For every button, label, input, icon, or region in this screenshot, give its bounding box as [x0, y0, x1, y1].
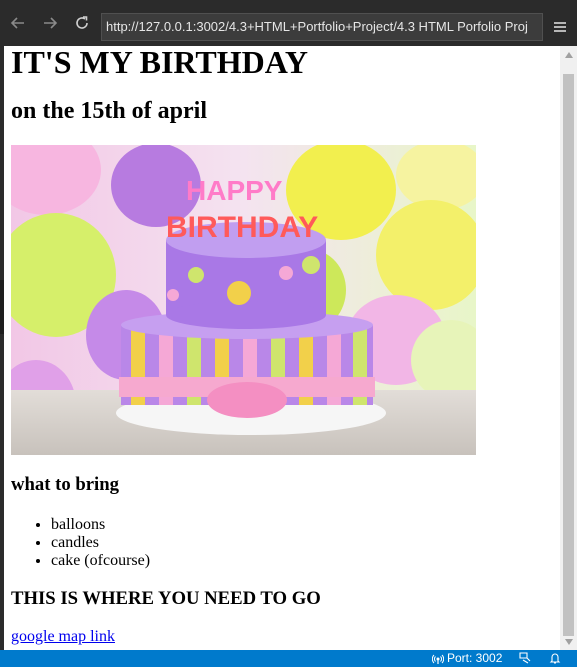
page-viewport: IT'S MY BIRTHDAY on the 15th of april HA… — [4, 46, 560, 650]
bell-icon[interactable] — [548, 651, 562, 665]
reload-icon — [76, 16, 88, 29]
menu-button[interactable] — [549, 16, 571, 38]
svg-text:HAPPY: HAPPY — [186, 175, 283, 206]
hamburger-icon — [554, 22, 566, 32]
forward-button[interactable] — [36, 9, 64, 37]
broadcast-icon — [432, 654, 444, 664]
reload-button[interactable] — [68, 9, 96, 37]
page-subtitle: on the 15th of april — [11, 98, 208, 124]
browser-toolbar: http://127.0.0.1:3002/4.3+HTML+Portfolio… — [0, 0, 577, 46]
scroll-up-button[interactable] — [560, 46, 577, 63]
list-item: candles — [51, 534, 150, 552]
location-heading: THIS IS WHERE YOU NEED TO GO — [11, 588, 321, 609]
bring-list: balloons candles cake (ofcourse) — [11, 516, 150, 570]
address-bar[interactable]: http://127.0.0.1:3002/4.3+HTML+Portfolio… — [101, 13, 543, 41]
vertical-scrollbar[interactable] — [560, 46, 577, 650]
port-indicator[interactable]: Port: 3002 — [432, 650, 502, 667]
page-title: IT'S MY BIRTHDAY — [11, 46, 309, 80]
caret-down-icon — [564, 638, 573, 645]
bring-heading: what to bring — [11, 474, 119, 495]
caret-up-icon — [564, 51, 573, 58]
back-button[interactable] — [4, 9, 32, 37]
scroll-down-button[interactable] — [560, 633, 577, 650]
list-item: balloons — [51, 516, 150, 534]
list-item: cake (ofcourse) — [51, 552, 150, 570]
birthday-cake-image: HAPPY BIRTHDAY — [11, 145, 476, 455]
status-bar: Port: 3002 — [0, 650, 577, 667]
svg-text:BIRTHDAY: BIRTHDAY — [166, 211, 318, 244]
google-map-link[interactable]: google map link — [11, 628, 115, 646]
arrow-left-icon — [10, 17, 24, 29]
port-label: Port: 3002 — [447, 651, 503, 665]
scroll-thumb[interactable] — [563, 74, 574, 636]
arrow-right-icon — [44, 17, 58, 29]
remote-explorer-icon[interactable] — [518, 651, 532, 665]
